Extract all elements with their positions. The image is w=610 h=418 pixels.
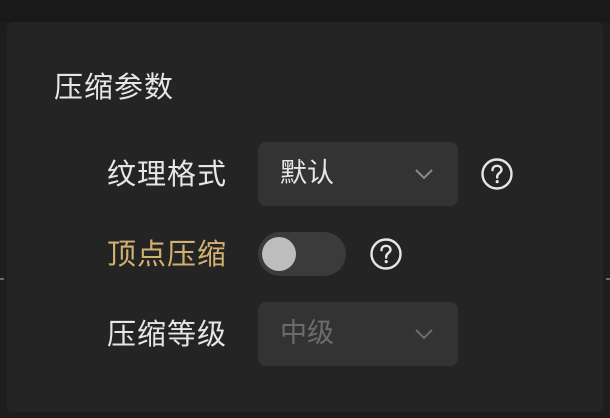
resize-handle-left[interactable] bbox=[0, 278, 4, 280]
texture-format-label: 纹理格式 bbox=[107, 157, 228, 191]
compression-level-value: 中级 bbox=[280, 318, 334, 349]
compression-level-label: 压缩等级 bbox=[107, 317, 228, 351]
top-edge bbox=[0, 0, 610, 22]
chevron-down-icon bbox=[415, 169, 433, 180]
section-title: 压缩参数 bbox=[54, 70, 175, 104]
compression-level-select[interactable]: 中级 bbox=[258, 302, 458, 366]
vertex-compression-label: 顶点压缩 bbox=[107, 237, 228, 271]
toggle-knob bbox=[262, 237, 296, 271]
compression-settings-panel: 压缩参数 纹理格式 默认 顶点压缩 压缩等级 中级 bbox=[7, 22, 603, 412]
vertex-compression-toggle[interactable] bbox=[258, 232, 346, 276]
question-circle-icon[interactable] bbox=[480, 157, 514, 191]
resize-handle-right[interactable] bbox=[606, 278, 610, 280]
chevron-down-icon bbox=[415, 329, 433, 340]
texture-format-value: 默认 bbox=[280, 158, 334, 189]
question-circle-icon[interactable] bbox=[369, 237, 403, 271]
texture-format-select[interactable]: 默认 bbox=[258, 142, 458, 206]
